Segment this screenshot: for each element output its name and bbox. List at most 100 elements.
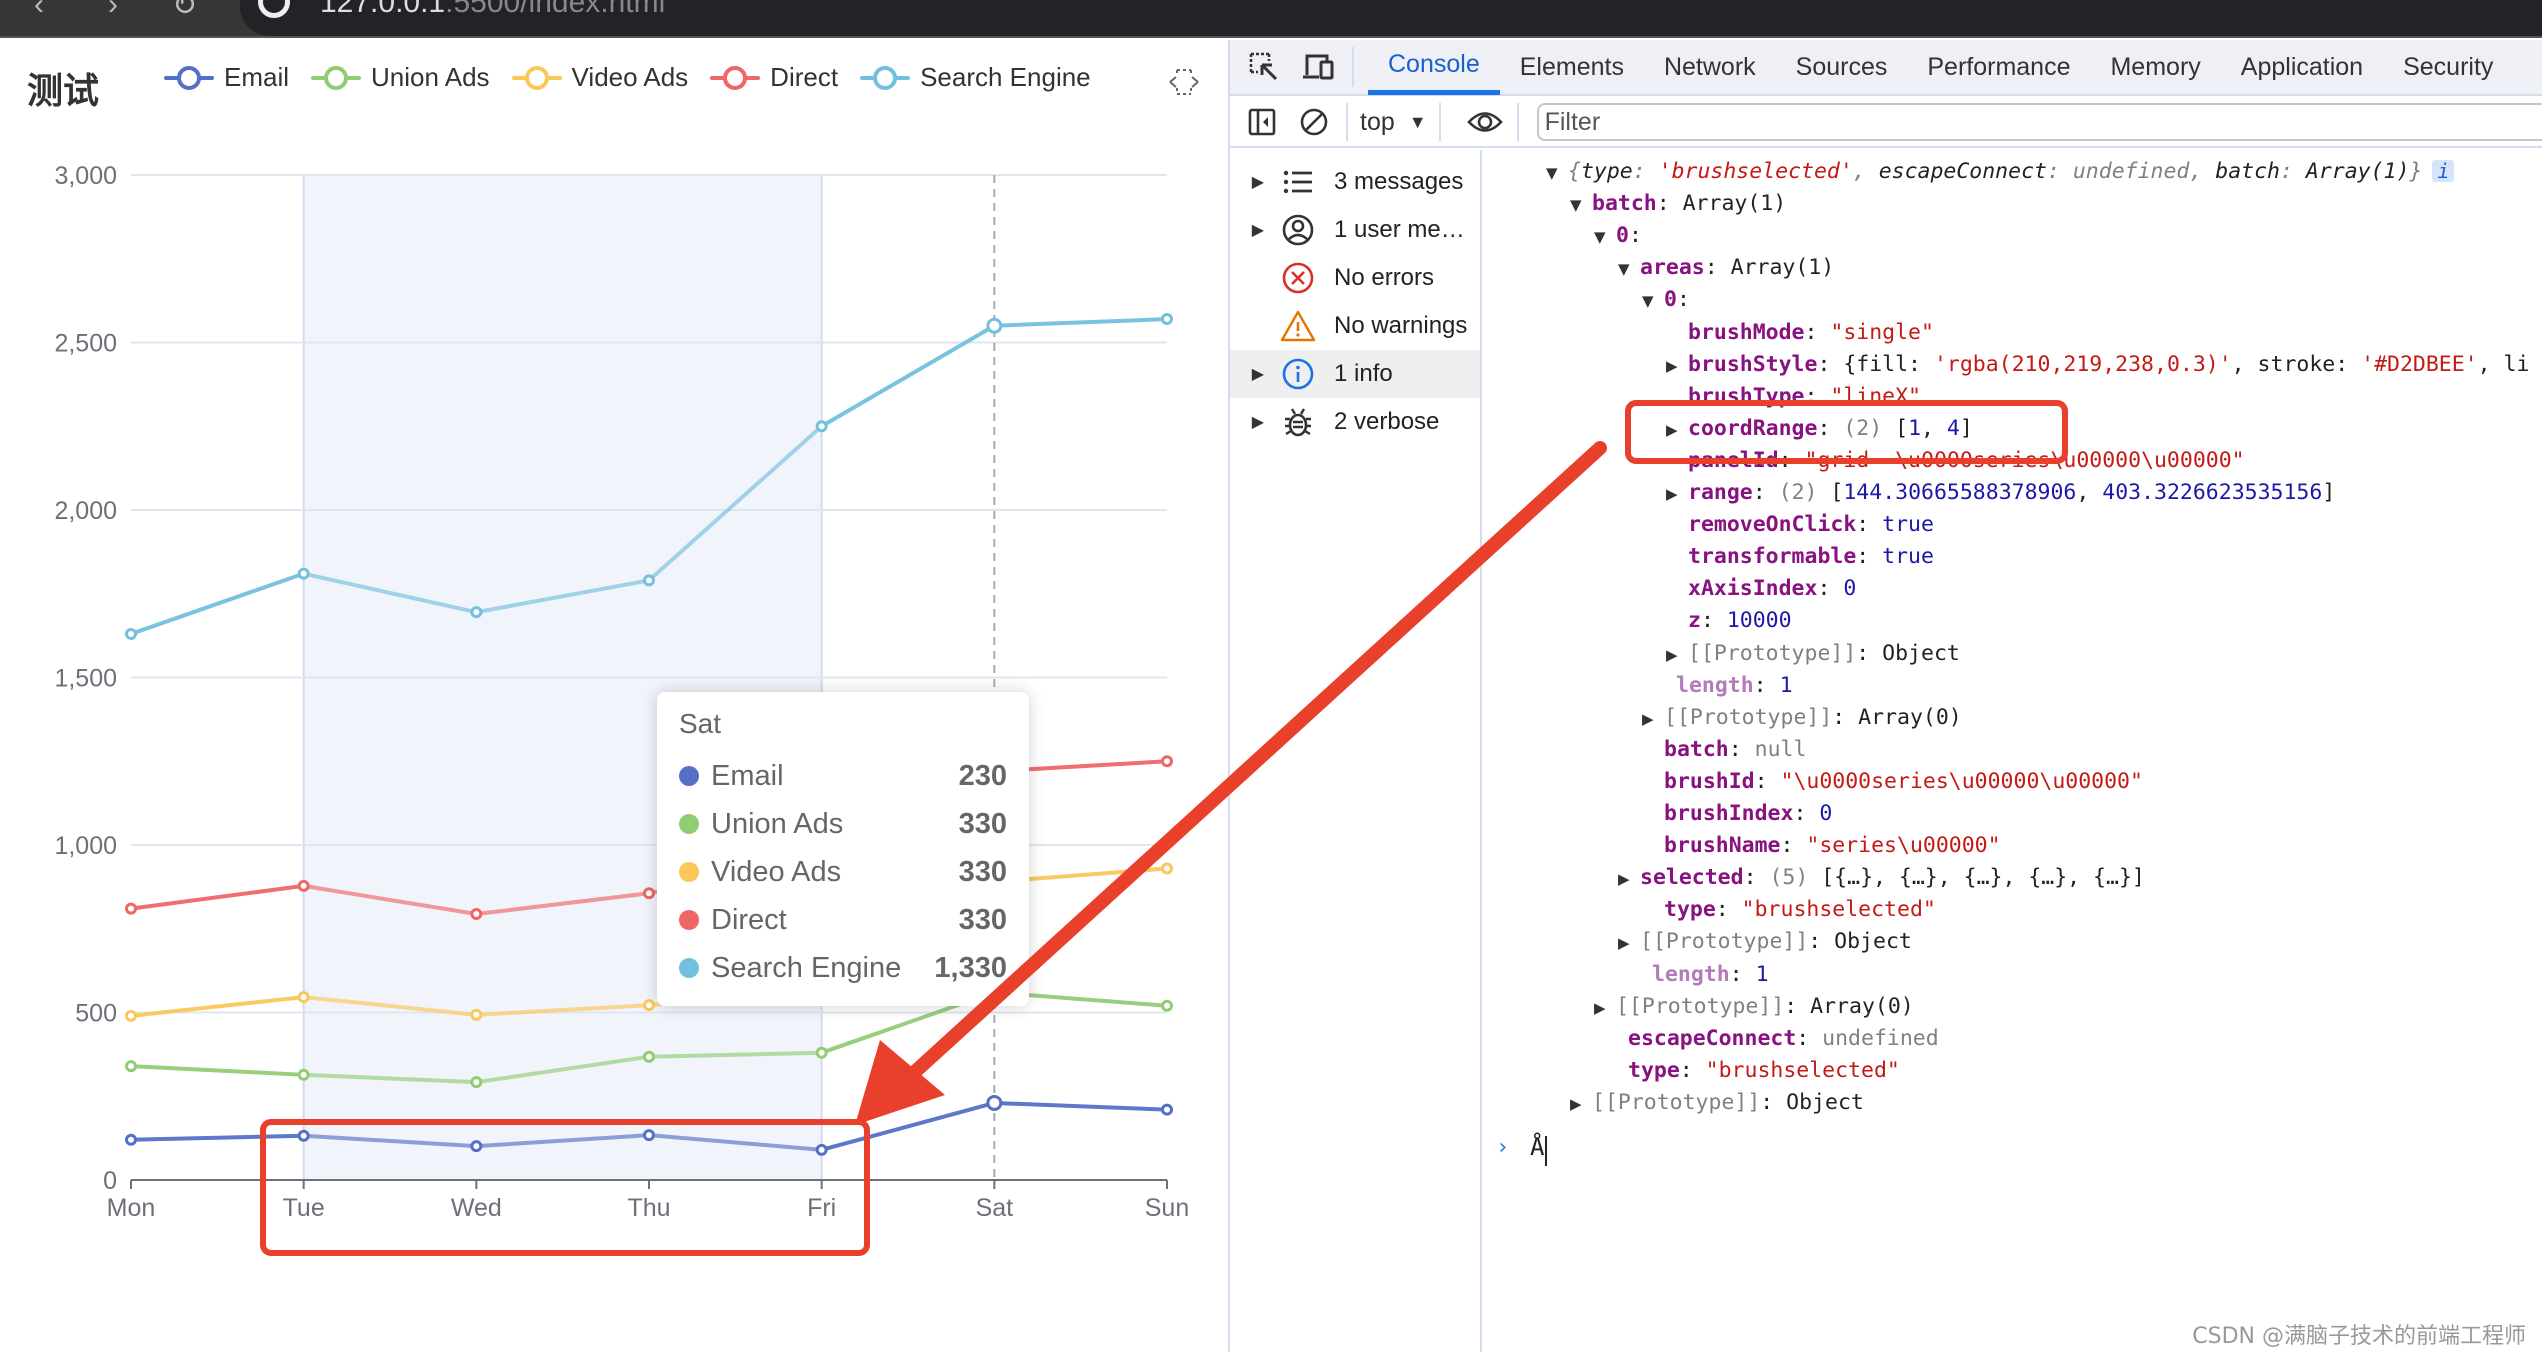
object-property-line[interactable]: type: "brushselected" xyxy=(1642,894,1936,926)
data-point[interactable] xyxy=(125,627,137,640)
object-property-line[interactable]: length: 1 xyxy=(1654,670,1793,702)
data-point[interactable] xyxy=(1161,999,1173,1012)
data-point[interactable] xyxy=(297,879,310,892)
data-point[interactable] xyxy=(470,606,483,619)
object-property-line[interactable]: ▶ [[Prototype]]: Array(0) xyxy=(1594,991,1914,1023)
sidebar-item-1-info[interactable]: ▶ 1 info xyxy=(1230,350,1480,398)
console-output[interactable]: ▼ {type: 'brushselected', escapeConnect: … xyxy=(1484,150,2542,1352)
object-property-line[interactable]: z: 10000 xyxy=(1666,605,1792,637)
legend-item-video-ads[interactable]: Video Ads xyxy=(511,62,688,93)
info-badge-icon[interactable]: i xyxy=(2432,160,2455,182)
data-point[interactable] xyxy=(1161,313,1173,326)
data-point[interactable] xyxy=(1161,1103,1173,1116)
expand-triangle-icon[interactable]: ▶ xyxy=(1666,414,1688,446)
data-point[interactable] xyxy=(643,887,655,900)
tab-network[interactable]: Network xyxy=(1644,39,1776,95)
expand-triangle-icon[interactable]: ▶ xyxy=(1594,992,1616,1024)
object-property-line[interactable]: length: 1 xyxy=(1630,959,1769,991)
expand-triangle-icon[interactable]: ▶ xyxy=(1230,220,1264,240)
forward-icon[interactable]: › xyxy=(108,0,118,22)
object-property-line[interactable]: brushType: "lineX" xyxy=(1666,381,1921,413)
object-property-line[interactable]: xAxisIndex: 0 xyxy=(1666,573,1856,605)
legend-item-search-engine[interactable]: Search Engine xyxy=(860,62,1091,93)
object-property-line[interactable]: transformable: true xyxy=(1666,541,1934,573)
object-property-line[interactable]: brushMode: "single" xyxy=(1666,317,1934,349)
data-point[interactable] xyxy=(815,420,828,433)
object-property-line[interactable]: ▼ 0: xyxy=(1594,220,1642,252)
expand-triangle-icon[interactable]: ▶ xyxy=(1666,350,1688,382)
sidebar-item-no-warnings[interactable]: No warnings xyxy=(1230,302,1480,350)
object-property-line[interactable]: ▶ range: (2) [144.30665588378906, 403.322… xyxy=(1666,477,2335,509)
data-point[interactable] xyxy=(125,1133,137,1146)
legend-item-union-ads[interactable]: Union Ads xyxy=(311,62,490,93)
data-point[interactable] xyxy=(297,1129,310,1142)
brush-linex-icon[interactable] xyxy=(1168,66,1200,98)
live-expression-eye-icon[interactable] xyxy=(1465,102,1505,142)
data-point[interactable] xyxy=(643,574,655,587)
legend-item-direct[interactable]: Direct xyxy=(710,62,838,93)
tab-console[interactable]: Console xyxy=(1368,39,1500,95)
object-property-line[interactable]: ▼ batch: Array(1) xyxy=(1570,188,1786,220)
object-property-line[interactable]: ▼ areas: Array(1) xyxy=(1618,252,1834,284)
line-chart[interactable]: 0 500 1,000 1,500 2,000 2,500 3,000 Mon Tue Wed Th… xyxy=(0,40,1228,1352)
reload-icon[interactable]: ↻ xyxy=(172,0,197,23)
collapse-triangle-icon[interactable]: ▼ xyxy=(1594,221,1616,253)
object-property-line[interactable]: ▶ [[Prototype]]: Array(0) xyxy=(1642,702,1962,734)
expand-triangle-icon[interactable]: ▶ xyxy=(1618,863,1640,895)
data-point[interactable] xyxy=(643,999,655,1012)
tab-performance[interactable]: Performance xyxy=(1907,39,2090,95)
tab-security[interactable]: Security xyxy=(2383,39,2513,95)
data-point[interactable] xyxy=(470,908,483,921)
address-url[interactable]: 127.0.0.1:5500/index.html xyxy=(320,0,665,20)
object-property-line[interactable]: ▼ 0: xyxy=(1642,284,1690,316)
expand-triangle-icon[interactable]: ▶ xyxy=(1642,703,1664,735)
object-property-line[interactable]: batch: null xyxy=(1642,734,1806,766)
data-point[interactable] xyxy=(1161,862,1173,875)
object-property-line[interactable]: ▶ brushStyle: {fill: 'rgba(210,219,238,0.… xyxy=(1666,349,2529,381)
object-property-line[interactable]: removeOnClick: true xyxy=(1666,509,1934,541)
collapse-triangle-icon[interactable]: ▼ xyxy=(1642,285,1664,317)
expand-triangle-icon[interactable]: ▶ xyxy=(1230,172,1264,192)
data-point[interactable] xyxy=(470,1140,483,1153)
sidebar-item-3-messages[interactable]: ▶ 3 messages xyxy=(1230,158,1480,206)
data-point[interactable] xyxy=(297,567,310,580)
object-property-line[interactable]: ▶ [[Prototype]]: Object xyxy=(1570,1087,1864,1119)
object-property-line[interactable]: escapeConnect: undefined xyxy=(1606,1023,1939,1055)
sidebar-item-1-user-me[interactable]: ▶ 1 user me… xyxy=(1230,206,1480,254)
legend-item-email[interactable]: Email xyxy=(164,62,289,93)
data-point[interactable] xyxy=(470,1076,483,1089)
data-point[interactable] xyxy=(297,1068,310,1081)
back-icon[interactable]: ‹ xyxy=(34,0,44,22)
object-property-line[interactable]: brushId: "\u0000series\u00000\u00000" xyxy=(1642,766,2143,798)
tab-application[interactable]: Application xyxy=(2221,39,2383,95)
expand-triangle-icon[interactable]: ▶ xyxy=(1570,1088,1592,1120)
expand-triangle-icon[interactable]: ▶ xyxy=(1230,364,1264,384)
object-property-line[interactable]: ▶ [[Prototype]]: Object xyxy=(1618,926,1912,958)
data-point[interactable] xyxy=(815,1143,828,1156)
console-input[interactable]: Å xyxy=(1530,1133,1544,1161)
sidebar-item-2-verbose[interactable]: ▶ 2 verbose xyxy=(1230,398,1480,446)
device-toolbar-icon[interactable] xyxy=(1298,47,1338,87)
tab-memory[interactable]: Memory xyxy=(2090,39,2220,95)
data-point[interactable] xyxy=(643,1129,655,1142)
expand-triangle-icon[interactable]: ▶ xyxy=(1666,639,1688,671)
object-property-line[interactable]: ▶ coordRange: (2) [1, 4] xyxy=(1666,413,1973,445)
console-log-entry[interactable]: ▼ {type: 'brushselected', escapeConnect: … xyxy=(1546,156,2455,188)
data-point[interactable] xyxy=(986,317,1003,334)
sidebar-item-no-errors[interactable]: No errors xyxy=(1230,254,1480,302)
object-property-line[interactable]: ▶ [[Prototype]]: Object xyxy=(1666,638,1960,670)
context-selector[interactable]: top ▼ xyxy=(1360,108,1427,137)
data-point[interactable] xyxy=(125,902,137,915)
data-point[interactable] xyxy=(815,1046,828,1059)
inspect-element-icon[interactable] xyxy=(1244,47,1284,87)
expand-triangle-icon[interactable]: ▶ xyxy=(1230,412,1264,432)
data-point[interactable] xyxy=(125,1060,137,1073)
data-point[interactable] xyxy=(1161,755,1173,768)
object-property-line[interactable]: type: "brushselected" xyxy=(1606,1055,1900,1087)
collapse-triangle-icon[interactable]: ▼ xyxy=(1618,253,1640,285)
object-property-line[interactable]: brushName: "series\u00000" xyxy=(1642,830,2001,862)
collapse-triangle-icon[interactable]: ▼ xyxy=(1570,189,1592,221)
clear-console-icon[interactable] xyxy=(1294,102,1334,142)
data-point[interactable] xyxy=(643,1050,655,1063)
sidebar-toggle-icon[interactable] xyxy=(1242,102,1282,142)
